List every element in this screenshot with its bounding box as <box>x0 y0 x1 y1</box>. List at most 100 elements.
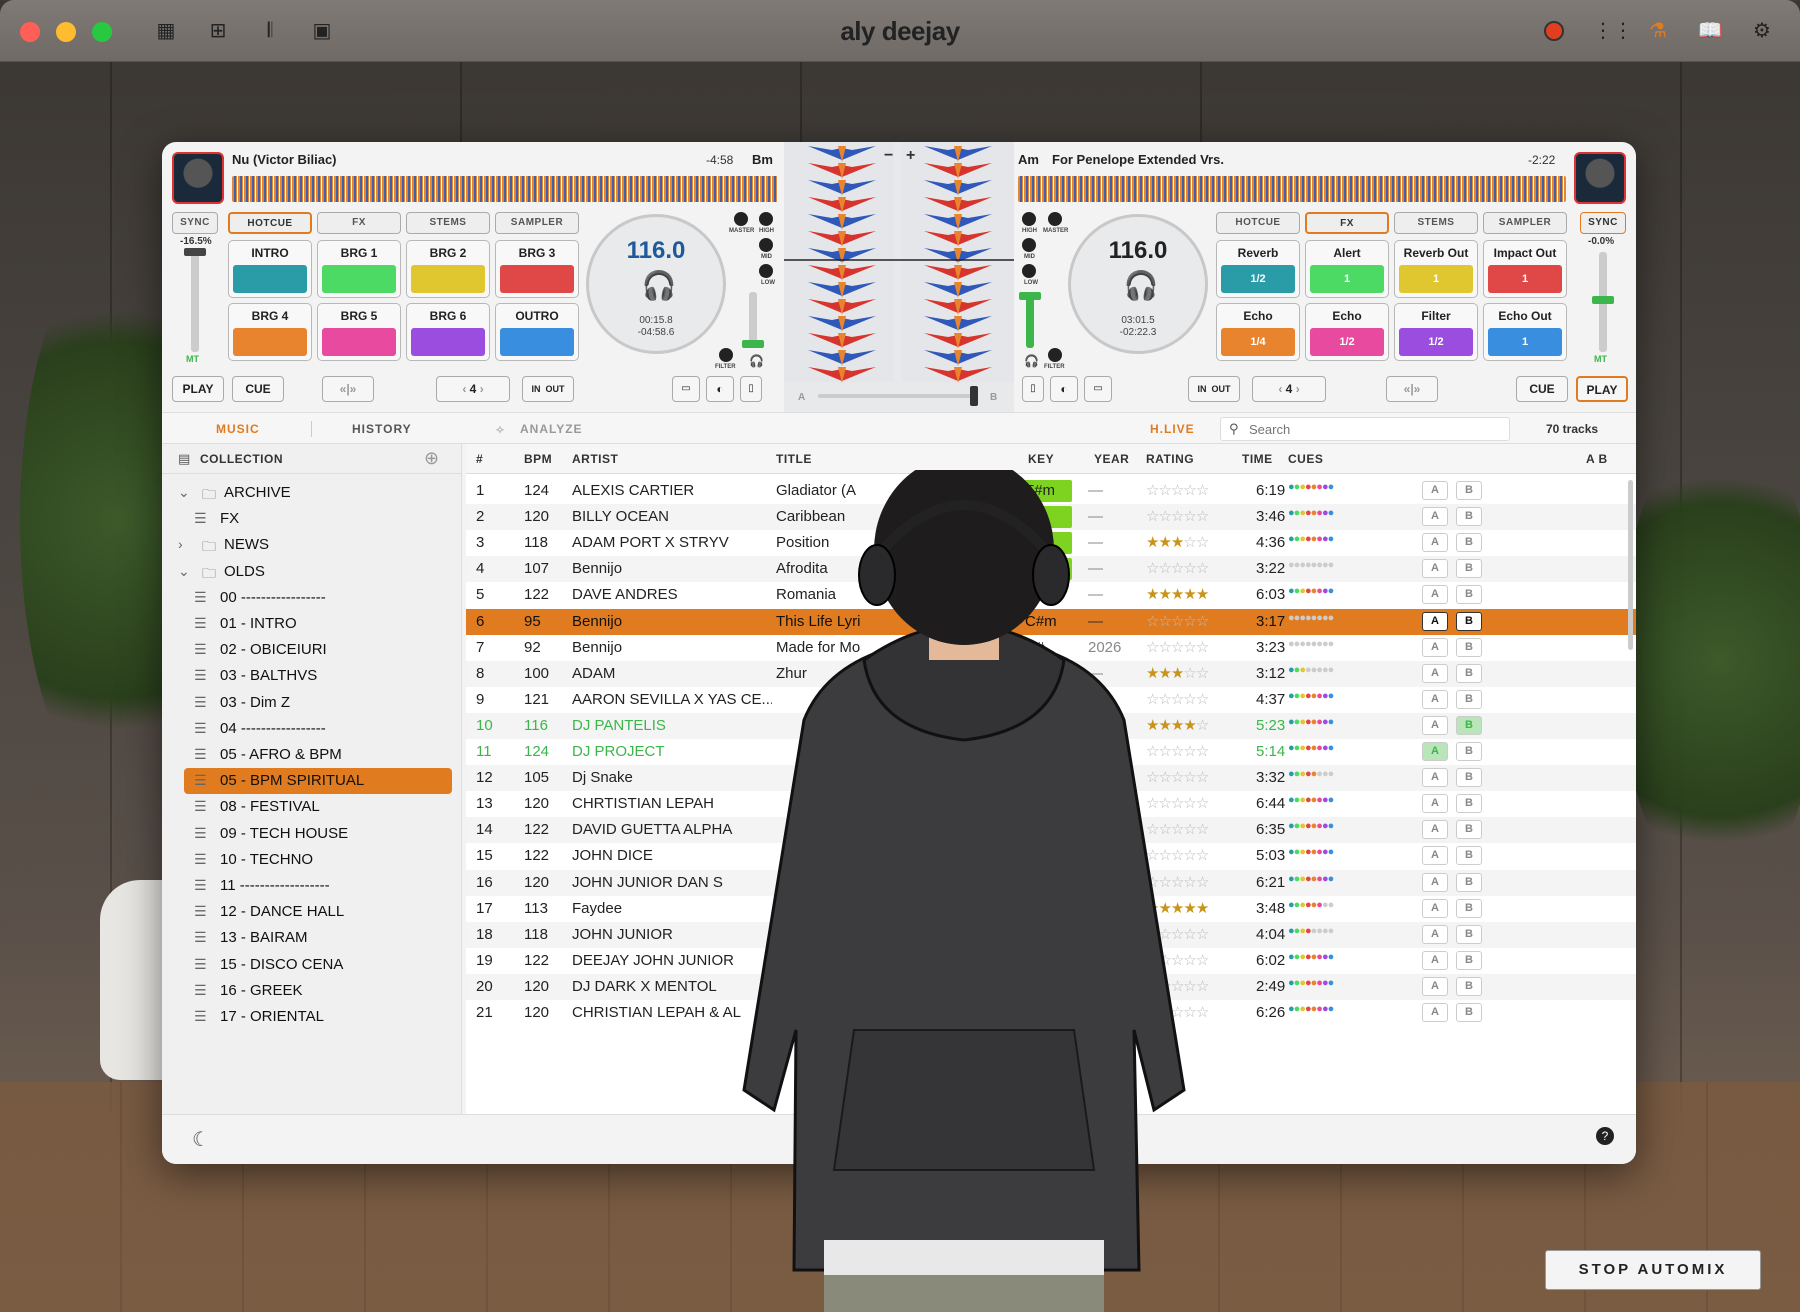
analyze-button[interactable]: ANALYZE <box>520 422 583 436</box>
load-deck-b-button[interactable]: B <box>1456 663 1482 683</box>
star-icon[interactable]: ☆ <box>1196 482 1209 499</box>
load-deck-a-button[interactable]: A <box>1422 507 1448 527</box>
sidebar-item[interactable]: ☰ 05 - BPM SPIRITUAL <box>162 768 461 795</box>
star-icon[interactable]: ☆ <box>1196 691 1209 708</box>
load-deck-b-button[interactable]: B <box>1456 846 1482 866</box>
col-artist[interactable]: ARTIST <box>572 452 618 466</box>
sidebar-item[interactable]: ☰ 11 ------------------ <box>162 873 461 899</box>
load-deck-a-button[interactable]: A <box>1422 976 1448 996</box>
deck-right-play-button[interactable]: PLAY <box>1576 376 1628 402</box>
equalizer-icon[interactable]: ⋮⋮ <box>1593 18 1633 44</box>
load-deck-b-button[interactable]: B <box>1456 976 1482 996</box>
deck-right-mid-knob[interactable] <box>1022 238 1036 252</box>
star-icon[interactable]: ☆ <box>1196 534 1209 551</box>
star-icon[interactable]: ☆ <box>1196 952 1209 969</box>
deck-left-tab-stems[interactable]: STEMS <box>406 212 490 234</box>
sidebar-item[interactable]: ☰ 08 - FESTIVAL <box>162 794 461 820</box>
deck-left-master-knob[interactable] <box>734 212 748 226</box>
deck-right-tab-fx[interactable]: FX <box>1305 212 1389 234</box>
deck-left-high-knob[interactable] <box>759 212 773 226</box>
deck-right-slip-button[interactable]: ▭ <box>1084 376 1112 402</box>
deck-right-pad-5[interactable]: Echo 1/4 <box>1216 303 1300 361</box>
col-cues[interactable]: CUES <box>1288 452 1323 466</box>
deck-left-cue-button[interactable]: CUE <box>232 376 284 402</box>
star-icon[interactable]: ☆ <box>1196 769 1209 786</box>
load-deck-a-button[interactable]: A <box>1422 846 1448 866</box>
load-deck-a-button[interactable]: A <box>1422 663 1448 683</box>
star-icon[interactable]: ☆ <box>1196 1004 1209 1021</box>
deck-left-pad-6[interactable]: BRG 5 <box>317 303 401 361</box>
chevron-down-icon[interactable]: ⌄ <box>178 484 190 501</box>
star-icon[interactable]: ☆ <box>1196 847 1209 864</box>
deck-right-pad-7[interactable]: Filter 1/2 <box>1394 303 1478 361</box>
sidebar-item[interactable]: › 🗀 NEWS <box>162 532 461 558</box>
deck-right-high-knob[interactable] <box>1022 212 1036 226</box>
deck-right-pad-8[interactable]: Echo Out 1 <box>1483 303 1567 361</box>
gear-icon[interactable]: ⚙ <box>1749 18 1775 44</box>
col-rating[interactable]: RATING <box>1146 452 1194 466</box>
star-icon[interactable]: ☆ <box>1196 926 1209 943</box>
star-icon[interactable]: ☆ <box>1196 874 1209 891</box>
deck-right-beatjump[interactable]: «|» <box>1386 376 1438 402</box>
load-deck-a-button[interactable]: A <box>1422 1003 1448 1022</box>
in-label[interactable]: IN <box>531 384 540 394</box>
load-deck-b-button[interactable]: B <box>1456 742 1482 761</box>
sidebar-item[interactable]: ☰ 04 ----------------- <box>162 716 461 742</box>
deck-left-low-knob[interactable] <box>759 264 773 278</box>
record-icon[interactable] <box>1541 18 1567 44</box>
load-deck-a-button[interactable]: A <box>1422 742 1448 761</box>
load-deck-a-button[interactable]: A <box>1422 611 1448 631</box>
deck-left-waveform[interactable] <box>232 176 778 202</box>
load-deck-a-button[interactable]: A <box>1422 689 1448 709</box>
add-playlist-icon[interactable]: ⊕ <box>424 448 439 469</box>
deck-left-pad-4[interactable]: BRG 3 <box>495 240 579 298</box>
load-deck-a-button[interactable]: A <box>1422 950 1448 970</box>
sidebar-item[interactable]: ☰ 00 ----------------- <box>162 585 461 611</box>
deck-left-slip-button[interactable]: ▭ <box>672 376 700 402</box>
deck-left-pitch-fader[interactable] <box>191 252 199 352</box>
load-deck-b-button[interactable]: B <box>1456 950 1482 970</box>
deck-left-pitch-cap[interactable] <box>184 248 206 256</box>
star-icon[interactable]: ☆ <box>1196 717 1209 734</box>
stop-automix-button[interactable]: STOP AUTOMIX <box>1545 1250 1761 1290</box>
deck-right-pad-6[interactable]: Echo 1/2 <box>1305 303 1389 361</box>
deck-right-volume-cap[interactable] <box>1019 292 1041 300</box>
deck-right-in-out[interactable]: IN OUT <box>1188 376 1240 402</box>
night-mode-icon[interactable]: ☾ <box>192 1127 210 1152</box>
deck-left-mt[interactable]: MT <box>186 354 199 364</box>
star-icon[interactable]: ☆ <box>1196 795 1209 812</box>
out-label[interactable]: OUT <box>546 384 565 394</box>
deck-left-beatjump[interactable]: «|» <box>322 376 374 402</box>
search-input[interactable] <box>1249 418 1499 440</box>
deck-right-pad-2[interactable]: Alert 1 <box>1305 240 1389 298</box>
deck-left-pad-1[interactable]: INTRO <box>228 240 312 298</box>
deck-left-tab-fx[interactable]: FX <box>317 212 401 234</box>
load-deck-b-button[interactable]: B <box>1456 559 1482 579</box>
star-icon[interactable]: ☆ <box>1196 613 1209 630</box>
deck-left-play-button[interactable]: PLAY <box>172 376 224 402</box>
deck-right-low-knob[interactable] <box>1022 264 1036 278</box>
load-deck-a-button[interactable]: A <box>1422 715 1448 735</box>
load-deck-a-button[interactable]: A <box>1422 481 1448 500</box>
deck-right-jog-wheel[interactable]: 116.0 🎧 03:01.5 -02:22.3 <box>1068 214 1208 354</box>
load-deck-a-button[interactable]: A <box>1422 637 1448 657</box>
help-icon[interactable]: ? <box>1596 1127 1614 1145</box>
sidebar-item[interactable]: ☰ 10 - TECHNO <box>162 847 461 873</box>
flask-icon[interactable]: ⚗ <box>1645 18 1671 44</box>
sidebar-item[interactable]: ⌄ 🗀 ARCHIVE <box>162 480 461 506</box>
star-icon[interactable]: ☆ <box>1196 821 1209 838</box>
deck-right-loop-size[interactable]: ‹ 4 › <box>1252 376 1326 402</box>
headphone-icon[interactable]: 🎧 <box>749 354 764 368</box>
star-icon[interactable]: ☆ <box>1196 639 1209 656</box>
star-icon[interactable]: ☆ <box>1196 743 1209 760</box>
sidebar-item[interactable]: ☰ 17 - ORIENTAL <box>162 1004 461 1030</box>
sidebar-item[interactable]: ⌄ 🗀 OLDS <box>162 559 461 585</box>
col-bpm[interactable]: BPM <box>524 452 552 466</box>
col-time[interactable]: TIME <box>1242 452 1273 466</box>
load-deck-b-button[interactable]: B <box>1456 924 1482 944</box>
sidebar-item[interactable]: ☰ 13 - BAIRAM <box>162 925 461 951</box>
center-waveforms[interactable]: − + <box>784 142 1014 412</box>
deck-left-mid-knob[interactable] <box>759 238 773 252</box>
load-deck-a-button[interactable]: A <box>1422 898 1448 918</box>
star-icon[interactable]: ★ <box>1196 900 1209 917</box>
